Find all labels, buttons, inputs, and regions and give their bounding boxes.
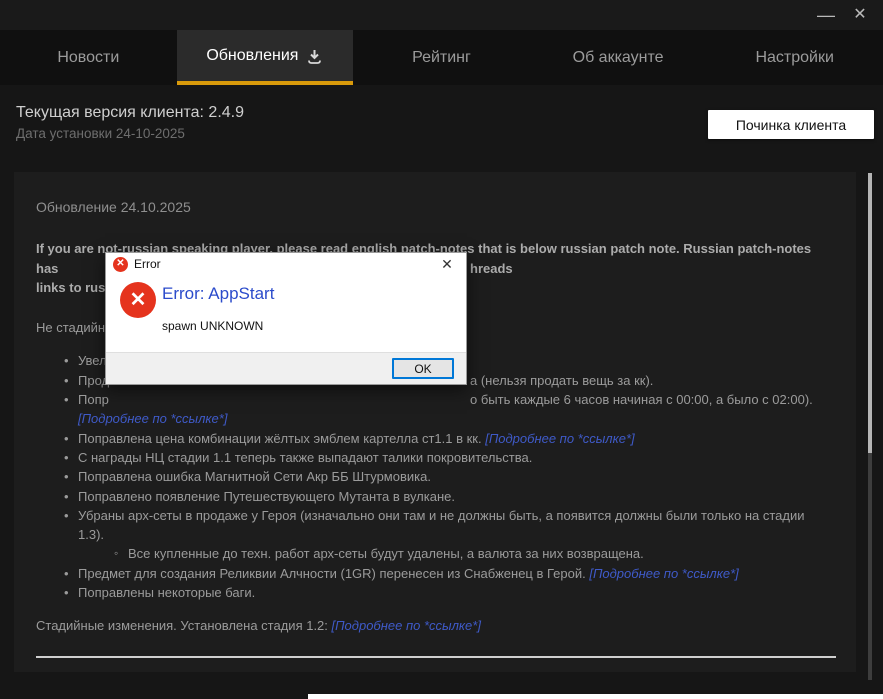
tab-settings[interactable]: Настройки (706, 30, 883, 85)
tab-news[interactable]: Новости (0, 30, 177, 85)
list-item: Предмет для создания Реликвии Алчности (… (78, 564, 834, 583)
error-icon: ✕ (113, 257, 128, 272)
details-link[interactable]: [Подробнее по *ссылке*] (485, 431, 634, 446)
list-subitem: Все купленные до техн. работ арх-сеты бу… (128, 544, 834, 563)
list-item-text: Предмет для создания Реликвии Алчности (… (78, 566, 589, 581)
patch-notes-panel: Обновление 24.10.2025 If you are not-rus… (14, 172, 856, 672)
stage-changes-text: Стадийные изменения. Установлена стадия … (36, 618, 332, 633)
repair-client-button[interactable]: Починка клиента (708, 110, 874, 139)
tab-rating-label: Рейтинг (412, 49, 471, 67)
client-version-text: Текущая версия клиента: 2.4.9 (16, 104, 244, 122)
scrollbar-thumb[interactable] (868, 173, 872, 453)
error-dialog-titlebar: ✕ Error ✕ (106, 253, 466, 275)
list-item-text: Попр (78, 392, 109, 407)
list-item-text: Поправлена цена комбинации жёлтых эмблем… (78, 431, 485, 446)
tab-settings-label: Настройки (755, 49, 833, 67)
divider (36, 656, 836, 658)
tab-updates[interactable]: Обновления (177, 30, 354, 85)
list-item: Поправлено появление Путешествующего Мут… (78, 487, 834, 506)
tab-updates-label: Обновления (206, 47, 298, 65)
details-link[interactable]: [Подробнее по *ссылке*] (332, 618, 481, 633)
list-item-text: о быть каждые 6 часов начиная с 00:00, а… (470, 390, 813, 409)
list-item-text: Поправлено появление Путешествующего Мут… (78, 489, 455, 504)
download-icon (306, 48, 323, 65)
ok-button[interactable]: OK (392, 358, 454, 379)
close-icon[interactable]: ✕ (843, 0, 877, 30)
list-item-text: а (нельзя продать вещь за кк). (470, 371, 653, 390)
error-dialog-body: ✕ Error: AppStart spawn UNKNOWN (106, 275, 466, 353)
error-dialog-footer: OK (106, 352, 466, 384)
window-titlebar: — ✕ (0, 0, 883, 30)
list-item-text: С награды НЦ стадии 1.1 теперь также вып… (78, 450, 532, 465)
install-date-text: Дата установки 24-10-2025 (16, 126, 185, 141)
error-icon: ✕ (120, 282, 156, 318)
list-item-text: Увел (78, 353, 107, 368)
stage-changes-line: Стадийные изменения. Установлена стадия … (36, 616, 834, 635)
error-main-text: Error: AppStart (162, 284, 274, 304)
list-item-text: Поправлены некоторые баги. (78, 585, 255, 600)
error-dialog-title: Error (134, 257, 161, 271)
patch-notes-list: Увел Прод а (нельзя продать вещь за кк).… (36, 351, 834, 602)
english-note-line2-left: links to rus (36, 280, 105, 295)
details-link[interactable]: [Подробнее по *ссылке*] (78, 411, 227, 426)
error-dialog: ✕ Error ✕ ✕ Error: AppStart spawn UNKNOW… (105, 252, 467, 385)
error-detail-text: spawn UNKNOWN (162, 319, 263, 333)
tab-account[interactable]: Об аккаунте (530, 30, 707, 85)
list-item: Попр о быть каждые 6 часов начиная с 00:… (78, 390, 834, 429)
minimize-icon[interactable]: — (809, 0, 843, 30)
list-item: Убраны арх-сеты в продаже у Героя (изнач… (78, 506, 834, 545)
english-note-line2-right: hreads (470, 259, 513, 278)
background-window-edge (308, 694, 883, 699)
patch-notes-title: Обновление 24.10.2025 (36, 198, 834, 217)
tab-bar: Новости Обновления Рейтинг Об аккаунте Н… (0, 30, 883, 85)
details-link[interactable]: [Подробнее по *ссылке*] (589, 566, 738, 581)
list-item: Поправлена ошибка Магнитной Сети Акр ББ … (78, 467, 834, 486)
tab-account-label: Об аккаунте (573, 49, 664, 67)
tab-rating[interactable]: Рейтинг (353, 30, 530, 85)
list-item-text: Убраны арх-сеты в продаже у Героя (изнач… (78, 508, 805, 542)
list-item: С награды НЦ стадии 1.1 теперь также вып… (78, 448, 834, 467)
list-item-text: Поправлена ошибка Магнитной Сети Акр ББ … (78, 469, 431, 484)
list-item: Поправлена цена комбинации жёлтых эмблем… (78, 429, 834, 448)
tab-news-label: Новости (57, 49, 119, 67)
list-item-text: Все купленные до техн. работ арх-сеты бу… (128, 546, 644, 561)
list-item: Поправлены некоторые баги. (78, 583, 834, 602)
scrollbar-track[interactable] (868, 173, 872, 680)
dialog-close-icon[interactable]: ✕ (436, 254, 458, 274)
